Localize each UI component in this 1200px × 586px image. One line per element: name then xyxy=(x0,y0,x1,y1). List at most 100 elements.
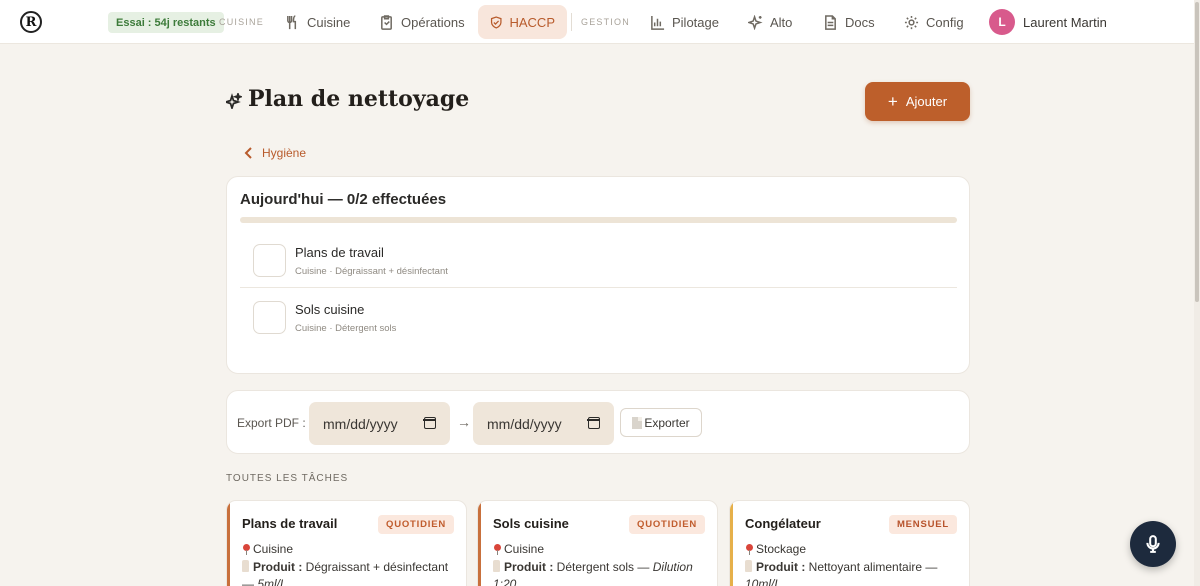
utensils-icon xyxy=(287,14,297,29)
sparkle-icon xyxy=(748,14,763,30)
nav-item-label: Cuisine xyxy=(307,14,351,30)
nav-item-cuisine[interactable]: Cuisine xyxy=(273,5,362,39)
today-card: Aujourd'hui — 0/2 effectuées Plans de tr… xyxy=(226,176,970,374)
section-label-gestion: GESTION xyxy=(581,17,630,27)
nav-item-label: Config xyxy=(926,14,964,30)
section-label-cuisine: CUISINE xyxy=(219,17,264,27)
task-card[interactable]: Sols cuisine QUOTIDIEN Cuisine Produit :… xyxy=(477,500,718,586)
task-product: Produit : Nettoyant alimentaire — 10ml/L xyxy=(745,559,960,586)
date-to-value: mm/dd/yyyy xyxy=(487,415,562,432)
avatar: L xyxy=(989,9,1015,35)
export-button[interactable]: Exporter xyxy=(620,408,702,437)
app-logo[interactable]: R xyxy=(20,11,42,33)
location-label: Cuisine xyxy=(504,542,545,556)
nav-item-label: HACCP xyxy=(509,14,555,30)
product-name: Nettoyant alimentaire — xyxy=(808,560,938,574)
today-progress-bar xyxy=(240,217,957,223)
chart-icon xyxy=(651,15,665,30)
location-label: Cuisine xyxy=(253,542,294,556)
microphone-icon xyxy=(1146,535,1160,553)
product-name: Détergent sols — xyxy=(556,560,650,574)
scrollbar[interactable] xyxy=(1194,0,1200,586)
section-heading: TOUTES LES TÂCHES xyxy=(226,473,349,484)
pin-icon xyxy=(493,543,502,555)
product-label: Produit : xyxy=(504,560,554,574)
nav-item-docs[interactable]: Docs xyxy=(811,5,887,39)
add-button-label: Ajouter xyxy=(905,94,948,109)
clipboard-icon xyxy=(381,14,392,30)
today-title: Aujourd'hui — 0/2 effectuées xyxy=(240,191,447,208)
task-checkbox[interactable] xyxy=(253,244,286,277)
product-dilution: 5ml/L xyxy=(257,577,287,586)
nav-item-config[interactable]: Config xyxy=(892,5,976,39)
list-item: Sols cuisine Cuisine · Détergent sols xyxy=(240,289,957,345)
task-name: Sols cuisine xyxy=(295,302,365,317)
date-from-value: mm/dd/yyyy xyxy=(323,415,398,432)
task-card[interactable]: Congélateur MENSUEL Stockage Produit : N… xyxy=(729,500,970,586)
task-product: Produit : Dégraissant + désinfectant — 5… xyxy=(242,559,457,586)
nav-item-haccp[interactable]: HACCP xyxy=(478,5,567,39)
task-card-title: Plans de travail xyxy=(242,516,338,531)
user-name: Laurent Martin xyxy=(1023,14,1107,30)
pin-icon xyxy=(745,543,754,555)
task-location: Cuisine xyxy=(242,542,293,556)
task-subtitle: Cuisine · Dégraissant + désinfectant xyxy=(295,266,448,277)
sparkle-icon xyxy=(226,93,242,109)
nav-item-label: Alto xyxy=(770,14,793,30)
shield-icon xyxy=(490,15,502,29)
bottle-icon xyxy=(493,560,500,572)
add-button[interactable]: + Ajouter xyxy=(865,82,970,121)
nav-item-label: Pilotage xyxy=(672,14,719,30)
frequency-badge: QUOTIDIEN xyxy=(378,515,454,534)
task-name: Plans de travail xyxy=(295,245,384,260)
back-link-label: Hygiène xyxy=(262,146,307,160)
page-header: Plan de nettoyage xyxy=(226,86,469,112)
task-location: Stockage xyxy=(745,542,806,556)
nav-item-pilotage[interactable]: Pilotage xyxy=(638,5,731,39)
frequency-badge: QUOTIDIEN xyxy=(629,515,705,534)
card-stripe xyxy=(730,501,733,586)
location-label: Stockage xyxy=(756,542,807,556)
trial-badge: Essai : 54j restants xyxy=(108,12,224,33)
product-label: Produit : xyxy=(253,560,303,574)
gear-icon xyxy=(904,15,919,29)
page-title: Plan de nettoyage xyxy=(248,86,470,112)
task-location: Cuisine xyxy=(493,542,544,556)
task-subtitle: Cuisine · Détergent sols xyxy=(295,323,397,334)
pin-icon xyxy=(242,543,251,555)
export-button-label: Exporter xyxy=(644,415,690,430)
nav-item-label: Opérations xyxy=(401,14,465,30)
user-menu[interactable]: L Laurent Martin xyxy=(989,9,1107,35)
date-from-input[interactable]: mm/dd/yyyy xyxy=(309,402,450,445)
date-to-input[interactable]: mm/dd/yyyy xyxy=(473,402,614,445)
calendar-icon[interactable] xyxy=(423,417,436,429)
scrollbar-thumb[interactable] xyxy=(1195,2,1199,302)
chevron-left-icon xyxy=(244,147,252,159)
list-item: Plans de travail Cuisine · Dégraissant +… xyxy=(240,232,957,288)
frequency-badge: MENSUEL xyxy=(888,515,957,534)
top-navigation: R Essai : 54j restants CUISINE Cuisine O… xyxy=(0,0,1194,44)
document-icon xyxy=(825,14,836,30)
task-card-title: Sols cuisine xyxy=(493,516,569,531)
task-product: Produit : Détergent sols — Dilution 1:20 xyxy=(493,559,708,586)
bottle-icon xyxy=(242,560,249,572)
document-icon xyxy=(632,416,643,429)
arrow-right-icon: → xyxy=(457,414,471,430)
voice-assistant-button[interactable] xyxy=(1130,521,1176,567)
product-dilution: 10ml/L xyxy=(745,577,782,586)
card-stripe xyxy=(478,501,481,586)
nav-item-operations[interactable]: Opérations xyxy=(367,5,477,39)
back-link[interactable]: Hygiène xyxy=(244,146,306,160)
bottle-icon xyxy=(745,560,752,572)
calendar-icon[interactable] xyxy=(587,417,600,429)
nav-item-label: Docs xyxy=(845,14,875,30)
plus-icon: + xyxy=(887,92,898,111)
task-card-title: Congélateur xyxy=(745,516,821,531)
task-card[interactable]: Plans de travail QUOTIDIEN Cuisine Produ… xyxy=(226,500,467,586)
nav-item-alto[interactable]: Alto xyxy=(736,5,804,39)
task-checkbox[interactable] xyxy=(253,301,286,334)
nav-divider xyxy=(571,13,572,31)
export-card: Export PDF : mm/dd/yyyy → mm/dd/yyyy Exp… xyxy=(226,390,970,454)
export-label: Export PDF : xyxy=(237,416,306,430)
card-stripe xyxy=(227,501,230,586)
